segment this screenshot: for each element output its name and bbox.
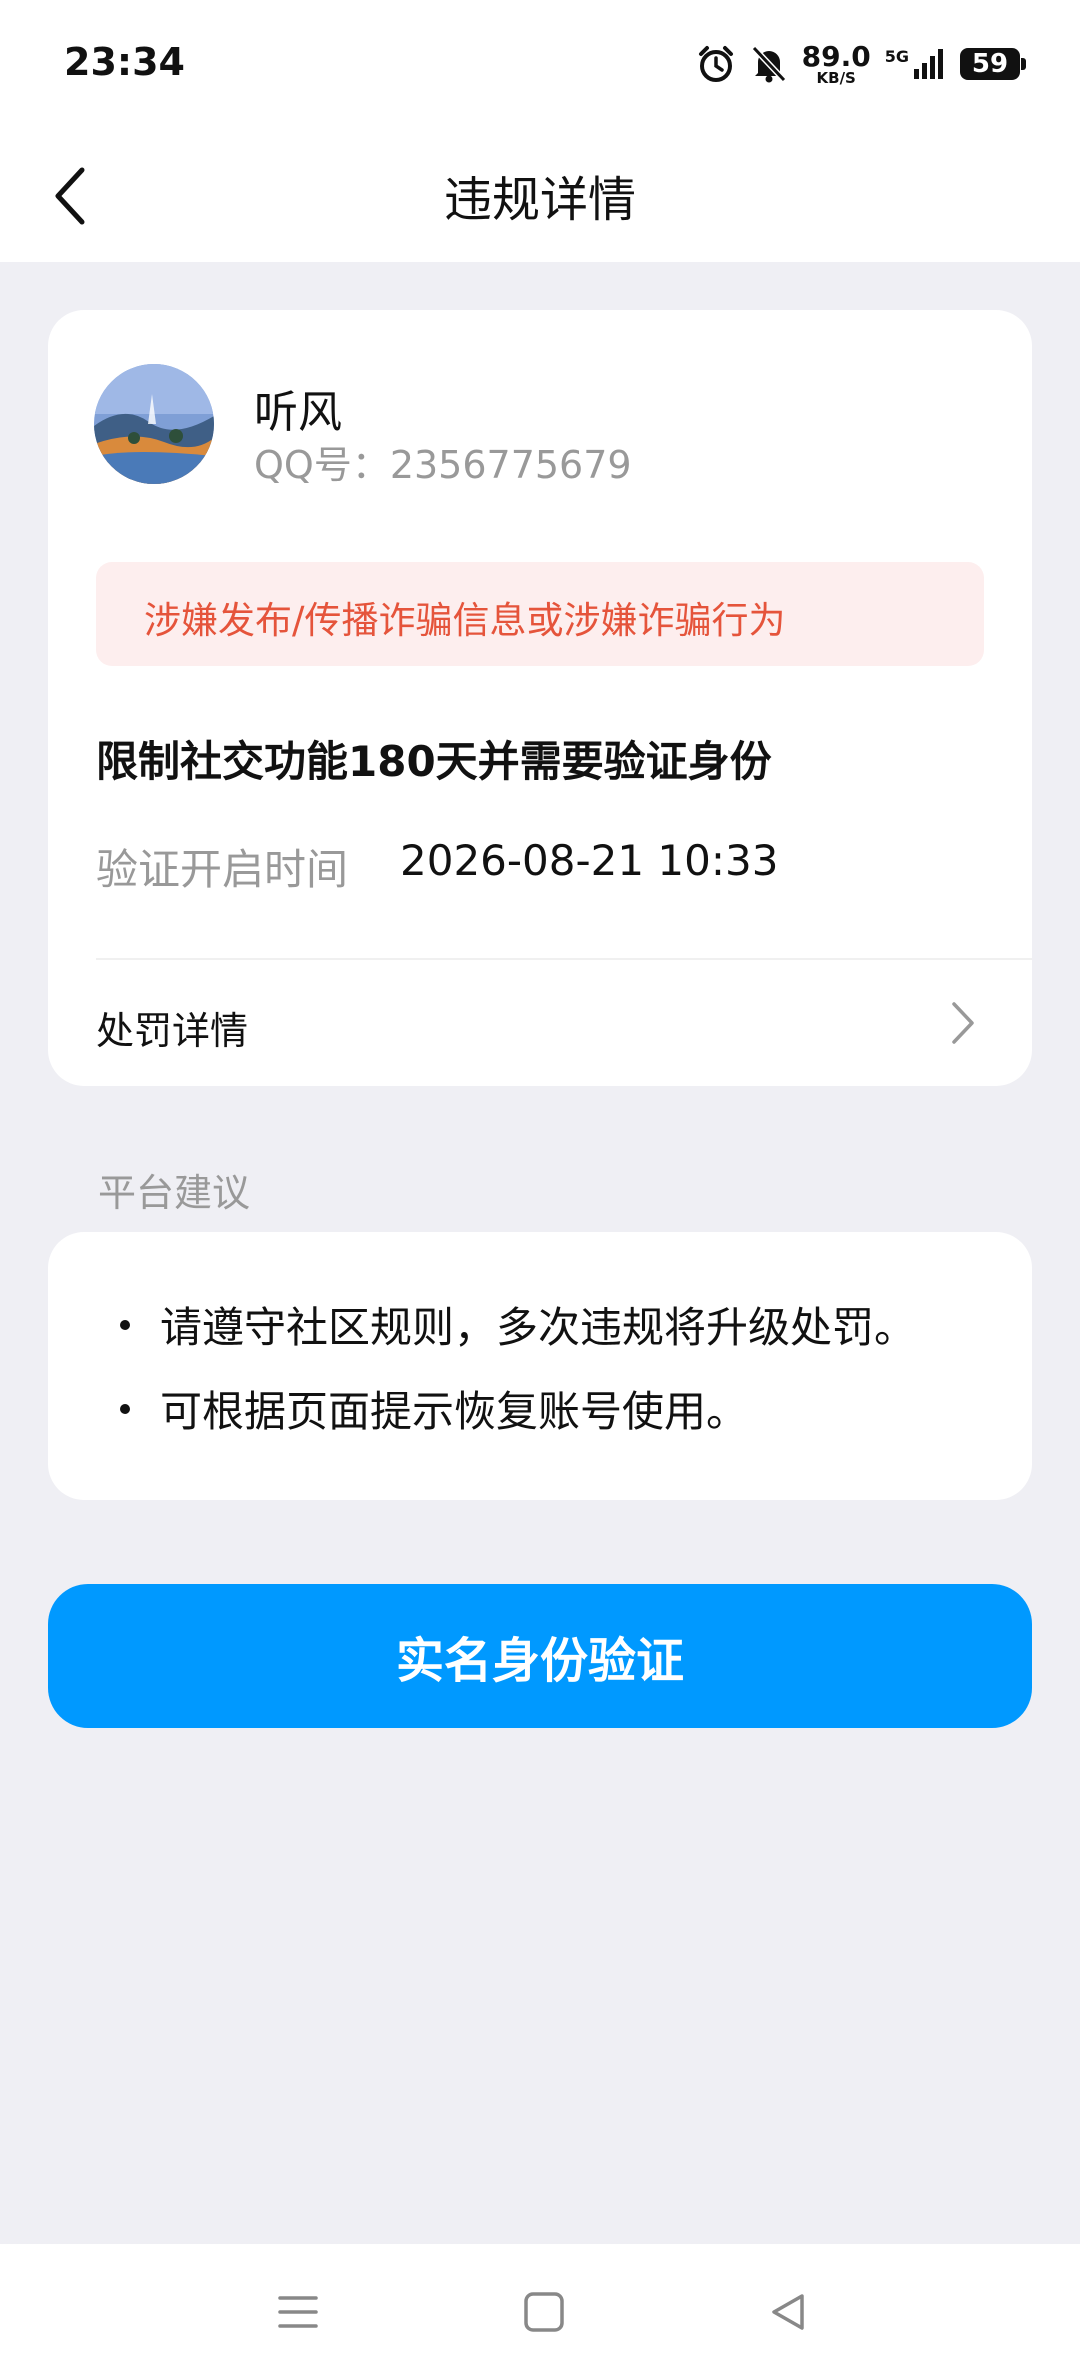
bullet-icon xyxy=(120,1319,130,1330)
network-type: 5G xyxy=(884,47,909,66)
advice-item: 请遵守社区规则，多次违规将升级处罚。 xyxy=(120,1294,916,1355)
alarm-icon xyxy=(698,46,733,82)
back-triangle-icon[interactable] xyxy=(760,2284,816,2340)
home-icon[interactable] xyxy=(516,2284,572,2340)
avatar-image xyxy=(94,364,214,484)
net-speed-value: 89.0 xyxy=(801,39,871,73)
battery-icon: 59 xyxy=(960,48,1026,80)
bullet-icon xyxy=(120,1403,130,1414)
nav-bar: 违规详情 xyxy=(0,130,1080,262)
verify-time-value: 2026-08-21 10:33 xyxy=(400,836,779,885)
status-icons: 89.0 KB/S 5G 59 xyxy=(696,36,1026,92)
chevron-right-icon xyxy=(952,1002,974,1044)
battery-level: 59 xyxy=(971,49,1009,79)
user-name: 听风 xyxy=(254,387,342,438)
violation-card: 听风 QQ号：2356775679 涉嫌发布/传播诈骗信息或涉嫌诈骗行为 限制社… xyxy=(48,310,1032,1086)
system-nav-bar xyxy=(0,2244,1080,2376)
status-bar: 23:34 89.0 KB/S 5G 59 xyxy=(0,0,1080,130)
violation-reason: 涉嫌发布/传播诈骗信息或涉嫌诈骗行为 xyxy=(144,599,786,642)
mute-bell-icon xyxy=(751,45,786,83)
penalty-details-row[interactable]: 处罚详情 xyxy=(48,960,1032,1086)
advice-item-text: 请遵守社区规则，多次违规将升级处罚。 xyxy=(160,1303,917,1352)
advice-item-text: 可根据页面提示恢复账号使用。 xyxy=(160,1387,749,1436)
status-time: 23:34 xyxy=(64,40,185,84)
penalty-details-label: 处罚详情 xyxy=(96,1009,249,1053)
net-speed-unit: KB/S xyxy=(816,68,856,87)
signal-icon xyxy=(914,49,943,79)
signal-5g: 5G xyxy=(885,47,946,81)
advice-section-title: 平台建议 xyxy=(98,1171,251,1215)
menu-icon[interactable] xyxy=(270,2284,326,2340)
violation-reason-banner: 涉嫌发布/传播诈骗信息或涉嫌诈骗行为 xyxy=(96,562,984,666)
advice-card: 请遵守社区规则，多次违规将升级处罚。 可根据页面提示恢复账号使用。 xyxy=(48,1232,1032,1500)
user-qq-number: QQ号：2356775679 xyxy=(254,443,632,487)
page-title: 违规详情 xyxy=(443,172,636,228)
verify-time-label: 验证开启时间 xyxy=(96,845,349,894)
net-speed: 89.0 KB/S xyxy=(801,39,871,87)
avatar[interactable] xyxy=(94,364,214,484)
advice-item: 可根据页面提示恢复账号使用。 xyxy=(120,1378,748,1439)
restriction-summary: 限制社交功能180天并需要验证身份 xyxy=(96,737,772,786)
real-name-verify-button[interactable]: 实名身份验证 xyxy=(48,1584,1032,1728)
